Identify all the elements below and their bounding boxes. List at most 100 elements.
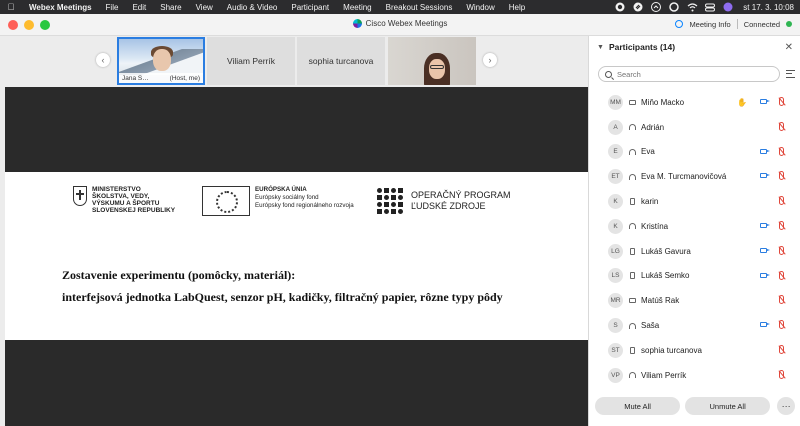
eu-line: Európsky fond regionálneho rozvoja — [255, 202, 354, 209]
mic-muted-icon[interactable] — [779, 369, 784, 379]
meeting-info-button[interactable]: Meeting Info — [689, 20, 730, 29]
ministry-line: MINISTERSTVO — [92, 186, 141, 193]
participant-name: Lukáš Gavura — [641, 246, 691, 256]
apple-icon[interactable]:  — [0, 2, 22, 12]
mic-muted-icon[interactable] — [779, 245, 784, 255]
participant-name: Saša — [641, 321, 660, 331]
participant-row[interactable]: LS Lukáš Semko — [589, 264, 800, 289]
avatar: E — [608, 144, 623, 160]
strip-next-button[interactable]: › — [483, 53, 497, 67]
eu-line: Európsky sociálny fond — [255, 194, 319, 201]
mic-muted-icon[interactable] — [779, 146, 784, 156]
participant-row[interactable]: ST sophia turcanova — [589, 338, 800, 363]
video-camera-icon[interactable] — [760, 148, 770, 154]
participant-row[interactable]: LG Lukáš Gavura — [589, 239, 800, 264]
video-tile-name: Viliam Perrík — [226, 56, 276, 66]
participant-row[interactable]: MR Matúš Rak — [589, 288, 800, 313]
phone-icon — [628, 198, 636, 206]
mic-muted-icon[interactable] — [779, 295, 784, 305]
mic-muted-icon[interactable] — [779, 344, 784, 354]
participants-panel: ▼ Participants (14) ✕ MM Miňo Macko ✋ A Adri… — [588, 36, 800, 426]
menu-share[interactable]: Share — [153, 3, 188, 12]
webex-tray-icon[interactable] — [668, 1, 680, 13]
video-camera-icon[interactable] — [760, 272, 770, 278]
menu-file[interactable]: File — [99, 3, 126, 12]
record-icon[interactable] — [614, 1, 626, 13]
participant-search[interactable] — [598, 66, 780, 82]
sort-icon[interactable] — [786, 70, 795, 78]
strip-prev-button[interactable]: ‹ — [96, 53, 110, 67]
participant-row[interactable]: Kkarin — [589, 189, 800, 214]
menu-edit[interactable]: Edit — [125, 3, 153, 12]
avatar: ST — [608, 342, 623, 358]
meeting-info-icon[interactable] — [675, 20, 684, 28]
mic-muted-icon[interactable] — [779, 270, 784, 280]
menu-app[interactable]: Webex Meetings — [22, 3, 99, 12]
unmute-all-button[interactable]: Unmute All — [685, 397, 771, 415]
self-name: Jana S… — [122, 74, 149, 82]
participant-name: Adrián — [641, 122, 665, 132]
window-title-bar: Cisco Webex Meetings Meeting Info Connec… — [0, 14, 800, 36]
slide-text: interfejsová jednotka LabQuest, senzor p… — [62, 290, 503, 304]
video-camera-icon[interactable] — [760, 99, 770, 104]
close-icon[interactable]: ✕ — [785, 42, 793, 53]
shazam-icon[interactable] — [632, 1, 644, 13]
menu-meeting[interactable]: Meeting — [336, 3, 378, 12]
video-camera-icon[interactable] — [760, 173, 770, 179]
video-camera-icon[interactable] — [760, 322, 770, 328]
phone-icon — [628, 272, 636, 280]
participant-name: Viliam Perrík — [641, 370, 687, 380]
phone-icon — [628, 247, 636, 255]
menu-help[interactable]: Help — [502, 3, 532, 12]
search-icon — [605, 70, 612, 78]
mic-muted-icon[interactable] — [779, 220, 784, 230]
messenger-icon[interactable] — [650, 1, 662, 13]
participant-name: Lukáš Semko — [641, 271, 690, 281]
participant-row[interactable]: K Kristína — [589, 214, 800, 239]
menu-clock[interactable]: st 17. 3. 10:08 — [743, 3, 794, 12]
menu-breakout-sessions[interactable]: Breakout Sessions — [379, 3, 460, 12]
menu-audio-video[interactable]: Audio & Video — [220, 3, 285, 12]
video-camera-icon[interactable] — [760, 222, 770, 228]
video-tile-viliam[interactable]: Viliam Perrík — [207, 37, 295, 85]
mic-muted-icon[interactable] — [779, 121, 784, 131]
menu-view[interactable]: View — [189, 3, 220, 12]
mic-muted-icon[interactable] — [779, 97, 784, 106]
participant-row[interactable]: ET Eva M. Turcmanovičová — [589, 164, 800, 189]
op-line: ĽUDSKÉ ZDROJE — [411, 201, 486, 211]
participant-row[interactable]: S Saša — [589, 313, 800, 338]
mic-muted-icon[interactable] — [779, 196, 784, 206]
laptop-icon — [628, 99, 636, 105]
menu-participant[interactable]: Participant — [284, 3, 336, 12]
avatar: S — [608, 318, 623, 334]
avatar: LG — [608, 243, 623, 259]
headset-icon — [628, 372, 636, 379]
letterbox-top — [5, 87, 588, 172]
self-video-caption: Jana S… (Host, me) — [119, 73, 203, 83]
wifi-icon[interactable] — [686, 1, 698, 13]
self-video-tile[interactable]: Jana S… (Host, me) — [117, 37, 205, 85]
participant-name: Kristína — [641, 221, 669, 231]
headset-icon — [628, 124, 636, 131]
participant-row[interactable]: E Eva — [589, 140, 800, 165]
more-options-button[interactable]: ··· — [777, 397, 795, 415]
chevron-down-icon[interactable]: ▼ — [597, 44, 604, 51]
laptop-icon — [628, 298, 636, 304]
participant-row[interactable]: VP Viliam Perrík — [589, 363, 800, 388]
participant-row[interactable]: A Adrián — [589, 115, 800, 140]
video-tile-sophia[interactable]: sophia turcanova — [297, 37, 385, 85]
participant-name: sophia turcanova — [641, 345, 702, 355]
participants-header[interactable]: ▼ Participants (14) ✕ — [589, 36, 800, 58]
siri-icon[interactable] — [722, 1, 734, 13]
search-input[interactable] — [617, 69, 767, 79]
op-logo: OPERAČNÝ PROGRAM ĽUDSKÉ ZDROJE — [377, 188, 511, 214]
mute-all-button[interactable]: Mute All — [595, 397, 681, 415]
camera-video-tile[interactable] — [388, 37, 476, 85]
mic-muted-icon[interactable] — [779, 320, 784, 330]
participant-row[interactable]: MM Miňo Macko ✋ — [589, 90, 800, 115]
control-center-icon[interactable] — [704, 1, 716, 13]
menu-window[interactable]: Window — [459, 3, 501, 12]
mic-muted-icon[interactable] — [779, 171, 784, 181]
eu-flag-icon — [202, 186, 250, 216]
video-camera-icon[interactable] — [760, 247, 770, 253]
